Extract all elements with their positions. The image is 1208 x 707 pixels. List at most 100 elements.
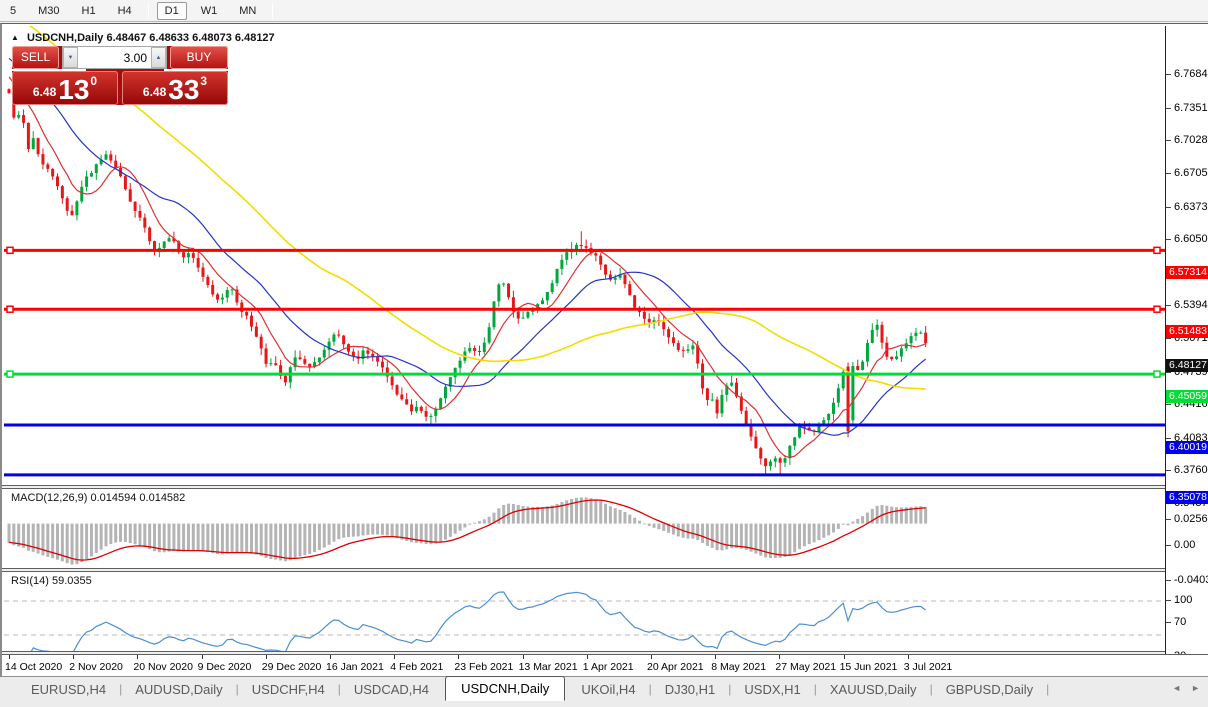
pane-separator[interactable] [2,485,1208,489]
date-axis-tick [394,655,395,659]
volume-decrease-button[interactable]: ▼ [63,47,78,68]
timeframe-button-m30[interactable]: M30 [30,2,67,20]
one-click-trading-panel: SELL ▼ ▲ BUY 6.48 13 0 [12,46,228,105]
chart-ohlc-values: 6.48467 6.48633 6.48073 6.48127 [106,32,274,44]
level-price-label: 6.51483 [1166,325,1208,338]
buy-button[interactable]: BUY [170,46,228,69]
date-axis-tick [266,655,267,659]
chart-tabs: EURUSD,H4|AUDUSD,Daily|USDCHF,H4|USDCAD,… [18,677,1049,701]
date-axis-label: 9 Dec 2020 [198,661,252,673]
date-axis-tick [844,655,845,659]
rsi-axis-label: 100 [1174,594,1192,606]
date-axis-tick [908,655,909,659]
sell-price-prefix: 6.48 [33,85,56,99]
price-axis-tick: 6.76840 [1174,68,1208,80]
date-axis-tick [587,655,588,659]
chart-tab-bar: EURUSD,H4|AUDUSD,Daily|USDCHF,H4|USDCAD,… [0,676,1208,707]
macd-axis-label: 0.00 [1174,539,1195,551]
chart-tab-usdcnh[interactable]: USDCNH,Daily [445,676,565,701]
rsi-indicator-label: RSI(14) 59.0355 [11,575,92,587]
price-axis-tick: 6.73515 [1174,102,1208,114]
macd-axis-label: -0.04038 [1174,574,1208,586]
date-axis-tick [715,655,716,659]
date-axis-tick [9,655,10,659]
chart-tab-xauusd[interactable]: XAUUSD,Daily [817,679,930,700]
price-axis-tick: 6.53945 [1174,299,1208,311]
volume-spinner: ▼ ▲ [62,46,167,69]
chart-tab-eurusd[interactable]: EURUSD,H4 [18,679,119,700]
moving-average-8[interactable] [9,77,926,457]
rsi-axis-label: 30 [1174,650,1186,654]
volume-increase-button[interactable]: ▲ [151,47,166,68]
collapse-trade-panel-icon[interactable]: ▲ [11,33,19,42]
timeframe-button-h4[interactable]: H4 [110,2,140,20]
level-price-label: 6.57314 [1166,266,1208,279]
current-price-label: 6.48127 [1166,359,1208,372]
date-axis-label: 2 Nov 2020 [69,661,123,673]
chart-tab-usdx[interactable]: USDX,H1 [731,679,813,700]
date-axis-label: 20 Apr 2021 [647,661,704,673]
tab-scroll-right-icon[interactable]: ► [1191,683,1200,693]
chart-window: ▲ USDCNH,Daily 6.48467 6.48633 6.48073 6… [0,23,1208,676]
chart-tab-audusd[interactable]: AUDUSD,Daily [122,679,235,700]
date-axis-label: 23 Feb 2021 [454,661,513,673]
toolbar-separator [272,3,273,19]
date-axis-label: 14 Oct 2020 [5,661,62,673]
sell-price-box[interactable]: 6.48 13 0 [12,71,118,105]
level-price-label: 6.35078 [1166,491,1208,504]
volume-input[interactable] [78,47,151,68]
timeframe-button-w1[interactable]: W1 [193,2,226,20]
level-price-label: 6.40019 [1166,441,1208,454]
buy-underline [164,69,228,71]
date-axis-label: 16 Jan 2021 [326,661,384,673]
level-price-label: 6.45059 [1166,390,1208,403]
date-axis-tick [651,655,652,659]
price-axis-tick: 6.37605 [1174,464,1208,476]
sell-price-big: 13 [58,77,89,102]
date-axis-tick [330,655,331,659]
date-axis-tick [202,655,203,659]
timeframe-toolbar: 5 M30 H1 H4 D1 W1 MN [0,0,1208,22]
date-axis-label: 13 Mar 2021 [519,661,578,673]
trade-panel-top-row: SELL ▼ ▲ BUY [12,46,228,69]
rsi-axis-label: 70 [1174,616,1186,628]
chart-tab-gbpusd[interactable]: GBPUSD,Daily [933,679,1046,700]
date-axis-label: 27 May 2021 [775,661,836,673]
tab-scroll-left-icon[interactable]: ◄ [1172,683,1181,693]
tab-scroll-arrows: ◄ ► [1172,683,1200,693]
timeframe-button-d1[interactable]: D1 [157,2,187,20]
date-axis-label: 29 Dec 2020 [262,661,322,673]
chart-tab-usdchf[interactable]: USDCHF,H4 [239,679,338,700]
sell-underline [12,69,86,71]
date-axis-label: 8 May 2021 [711,661,766,673]
date-axis-tick [779,655,780,659]
date-axis-label: 1 Apr 2021 [583,661,634,673]
pane-separator[interactable] [2,568,1208,572]
chart-tab-ukoil[interactable]: UKOil,H4 [568,679,648,700]
triangle-up-icon: ▲ [156,55,162,61]
price-axis[interactable]: 6.768406.735156.702856.670556.637306.605… [1166,26,1208,654]
chart-header: ▲ USDCNH,Daily 6.48467 6.48633 6.48073 6… [11,32,275,44]
rsi-pane-canvas[interactable] [4,573,1165,651]
toolbar-separator [148,3,149,19]
date-axis-tick [73,655,74,659]
sell-button[interactable]: SELL [12,46,59,69]
price-axis-tick: 6.60500 [1174,233,1208,245]
macd-indicator-label: MACD(12,26,9) 0.014594 0.014582 [11,492,185,504]
buy-price-box[interactable]: 6.48 33 3 [122,71,228,105]
buy-price-sup: 3 [200,74,207,88]
date-axis[interactable]: 14 Oct 20202 Nov 202020 Nov 20209 Dec 20… [4,655,1165,677]
chart-title: USDCNH,Daily [27,32,103,44]
chart-tab-usdcad[interactable]: USDCAD,H4 [341,679,442,700]
date-axis-label: 4 Feb 2021 [390,661,443,673]
date-axis-label: 3 Jul 2021 [904,661,952,673]
price-axis-tick: 6.63730 [1174,201,1208,213]
timeframe-button-5[interactable]: 5 [2,2,24,20]
chart-tab-dj30[interactable]: DJ30,H1 [652,679,729,700]
trade-panel-price-row: 6.48 13 0 6.48 33 3 [12,71,228,105]
timeframe-button-h1[interactable]: H1 [74,2,104,20]
buy-price-prefix: 6.48 [143,85,166,99]
price-axis-tick: 6.67055 [1174,167,1208,179]
timeframe-button-mn[interactable]: MN [231,2,264,20]
trading-terminal: 5 M30 H1 H4 D1 W1 MN ▲ USDCNH,Daily 6.48467 6.… [0,0,1208,707]
